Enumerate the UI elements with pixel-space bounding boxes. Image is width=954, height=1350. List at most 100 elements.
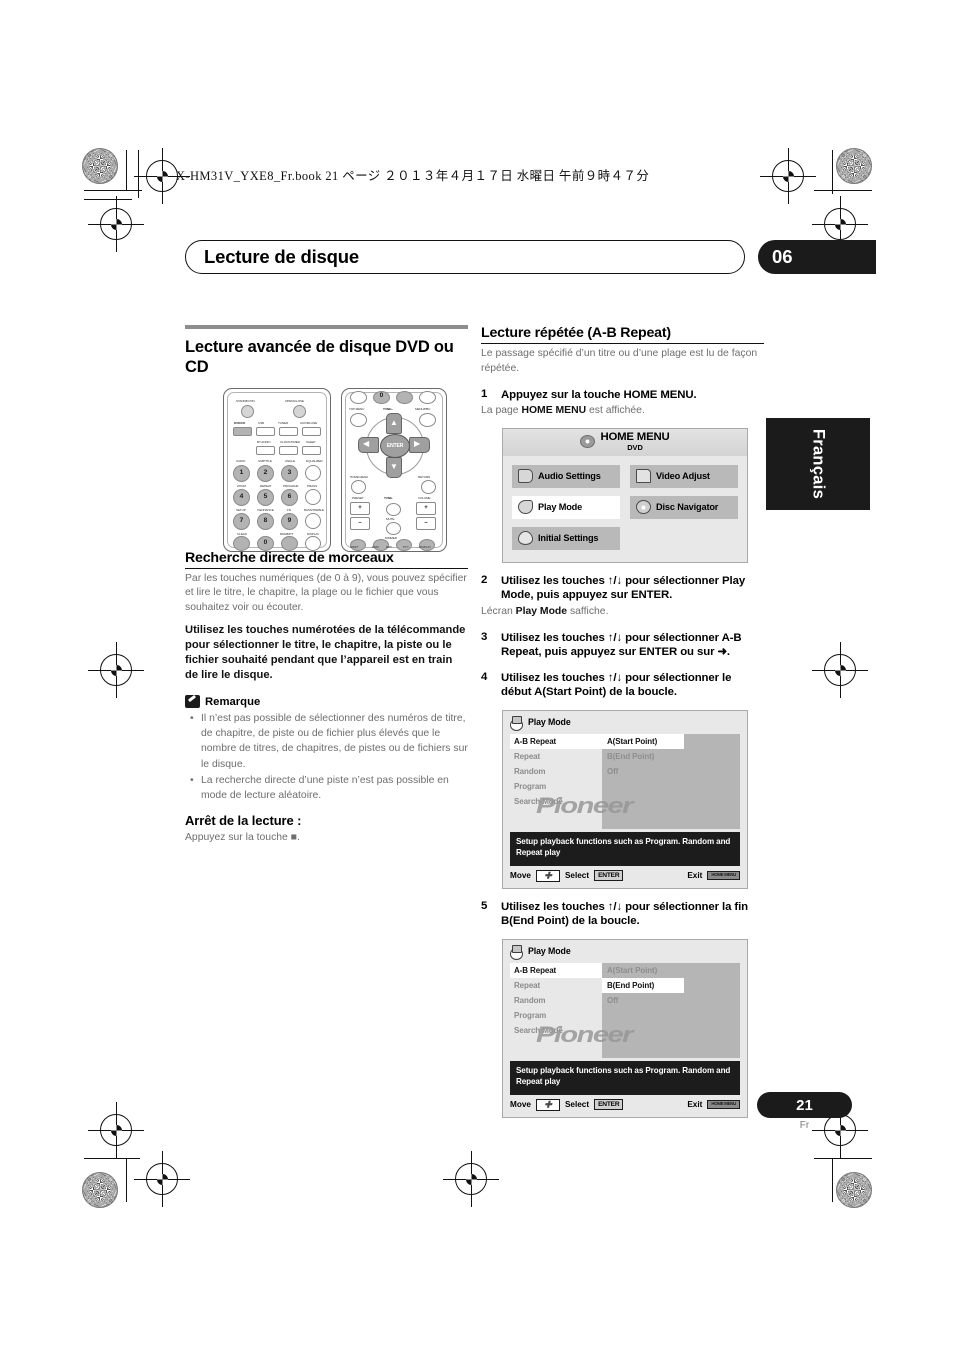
play-mode-osd-end-point: Play Mode A-B Repeat Repeat Random Progr… <box>502 938 748 1118</box>
play-mode-menu-search-mode[interactable]: Search Mode <box>510 794 602 809</box>
remote-right-half: 0 TOP MENU TUNE+ MENU/PBC ▲ ▼ ◀ ▶ ENTER … <box>341 387 447 552</box>
heading-stop-playback: Arrêt de la lecture : <box>185 812 302 828</box>
footer-move-label: Move <box>510 1100 531 1110</box>
top-row-key-4[interactable] <box>419 390 436 404</box>
label-setup: SETUP <box>236 507 246 512</box>
enter-button[interactable]: ENTER <box>380 433 410 458</box>
top-row-key-2-label: 0 <box>379 391 384 399</box>
home-menu-item-video-adjust[interactable]: Video Adjust <box>630 464 738 488</box>
play-mode-option-b-end-point[interactable]: B(End Point) <box>602 977 684 993</box>
step-2-number: 2 <box>481 573 488 586</box>
step-4-text: Utilisez les touches ↑/↓ pour sélectionn… <box>501 671 732 699</box>
menu-pbc-button[interactable] <box>419 412 436 427</box>
display-button[interactable] <box>305 512 321 529</box>
play-mode-menu-repeat[interactable]: Repeat <box>510 978 602 993</box>
home-menu-item-initial-settings[interactable]: Initial Settings <box>512 526 620 550</box>
home-menu-empty-cell <box>630 527 738 550</box>
play-mode-menu-repeat[interactable]: Repeat <box>510 749 602 764</box>
top-row-key-1[interactable] <box>350 390 367 404</box>
chapter-title-bar: Lecture de disque <box>185 240 745 274</box>
step-5: 5 Utilisez les touches ↑/↓ pour sélectio… <box>481 900 764 929</box>
bt-audio-button[interactable] <box>256 445 275 455</box>
registration-mark-bottom-center <box>443 1151 499 1207</box>
step-2-text: Utilisez les touches ↑/↓ pour sélectionn… <box>501 574 746 602</box>
rdm-rpt-button[interactable] <box>281 535 298 551</box>
home-menu-item-play-mode[interactable]: Play Mode <box>512 495 620 519</box>
play-mode-menu-ab-repeat[interactable]: A-B Repeat <box>510 962 602 978</box>
return-button[interactable] <box>421 479 436 494</box>
play-mode-menu-search-mode[interactable]: Search Mode <box>510 1023 602 1038</box>
halftone-patch-bottom-right <box>836 1172 872 1208</box>
play-mode-option-b-end-point[interactable]: B(End Point) <box>602 749 684 764</box>
halftone-patch-top-right <box>836 148 872 184</box>
display-button-2[interactable] <box>305 535 321 551</box>
usb-button[interactable] <box>256 426 275 436</box>
cursor-up-icon: ▲ <box>390 417 398 427</box>
play-mode-option-off[interactable]: Off <box>602 764 684 779</box>
home-menu-item-audio-settings[interactable]: Audio Settings <box>512 464 620 488</box>
top-menu-button[interactable] <box>350 412 367 427</box>
registration-mark-mid-right <box>812 642 868 698</box>
footer-exit-label: Exit <box>687 871 703 881</box>
video-adjust-icon <box>636 469 651 484</box>
label-equalizer: EQUALIZER <box>306 458 323 463</box>
label-dvd-cd: DVD/CD <box>234 420 246 425</box>
label-sleep: SLEEP <box>306 439 316 444</box>
bass-treble-button[interactable] <box>305 488 321 505</box>
label-p-bass: P.BASS <box>307 483 318 488</box>
play-mode-header-1: Play Mode <box>510 715 740 731</box>
play-mode-option-a-start-point[interactable]: A(Start Point) <box>602 733 684 749</box>
dvd-cd-button[interactable] <box>233 426 252 436</box>
play-mode-menu-random[interactable]: Random <box>510 993 602 1008</box>
standby-on-button[interactable] <box>241 404 254 418</box>
registration-mark-lower-left <box>88 1102 144 1158</box>
play-mode-menu-ab-repeat[interactable]: A-B Repeat <box>510 733 602 749</box>
open-close-button[interactable] <box>293 404 306 418</box>
preset-up-icon: + <box>358 504 362 511</box>
step-1-subtext: La page HOME MENU est affichée. <box>481 404 764 419</box>
stop-playback-body: Appuyez sur la touche ■. <box>185 831 300 843</box>
tuner-button[interactable] <box>279 426 298 436</box>
play-mode-option-off[interactable]: Off <box>602 993 684 1008</box>
label-bt-audio: BT AUDIO <box>257 439 271 444</box>
audio-settings-icon <box>518 469 533 484</box>
step-2-sub-suffix: saffiche. <box>567 605 609 617</box>
label-angle: ANGLE <box>285 458 295 463</box>
clock-timer-button[interactable] <box>279 445 298 455</box>
p-bass-button[interactable] <box>305 464 321 481</box>
home-menu-item-label: Play Mode <box>538 502 583 513</box>
numeric-key-1-label: 1 <box>239 468 244 476</box>
step-3-text: Utilisez les touches ↑/↓ pour sélectionn… <box>501 631 742 659</box>
home-menu-button[interactable] <box>351 479 366 494</box>
play-mode-menu-program[interactable]: Program <box>510 1008 602 1023</box>
home-menu-item-disc-navigator[interactable]: Disc Navigator <box>630 495 738 519</box>
play-mode-menu-random[interactable]: Random <box>510 764 602 779</box>
footer-select-label: Select <box>564 871 590 881</box>
registration-mark-tl <box>134 148 190 204</box>
dimmer-button[interactable] <box>386 521 401 535</box>
home-menu-title-text: HOME MENU DVD <box>600 431 669 452</box>
mute-button[interactable] <box>386 502 401 516</box>
play-mode-body-2: A-B Repeat Repeat Random Program Search … <box>510 962 740 1058</box>
play-mode-options-2: A(Start Point) B(End Point) Off <box>602 962 740 1058</box>
initial-settings-icon <box>518 531 533 546</box>
play-mode-menu-program[interactable]: Program <box>510 779 602 794</box>
step-1-text: Appuyez sur la touche HOME MENU. <box>501 388 697 401</box>
play-mode-icon <box>510 715 523 731</box>
label-v-enhance: V.ENHANCE <box>257 507 274 512</box>
clear-button[interactable] <box>233 535 250 551</box>
step-4: 4 Utilisez les touches ↑/↓ pour sélectio… <box>481 671 764 700</box>
play-mode-option-a-start-point[interactable]: A(Start Point) <box>602 963 684 978</box>
footer-enter-key: ENTER <box>594 1099 624 1111</box>
play-mode-title: Play Mode <box>528 946 571 957</box>
print-book-line: X-HM31V_YXE8_Fr.book 21 ページ ２０１３年４月１７日 水… <box>176 169 650 183</box>
aux-milink-button[interactable] <box>302 426 321 436</box>
left-column: Lecture avancée de disque DVD ou CD STAN… <box>185 325 468 846</box>
halftone-patch-bottom-left <box>82 1172 118 1208</box>
sleep-button[interactable] <box>302 445 321 455</box>
label-menu-pbc: MENU/PBC <box>415 406 431 411</box>
home-menu-item-label: Disc Navigator <box>656 502 719 513</box>
play-mode-description-1: Setup playback functions such as Program… <box>510 831 740 866</box>
top-row-key-3[interactable] <box>396 390 413 404</box>
play-mode-menu-list-2: A-B Repeat Repeat Random Program Search … <box>510 962 602 1058</box>
